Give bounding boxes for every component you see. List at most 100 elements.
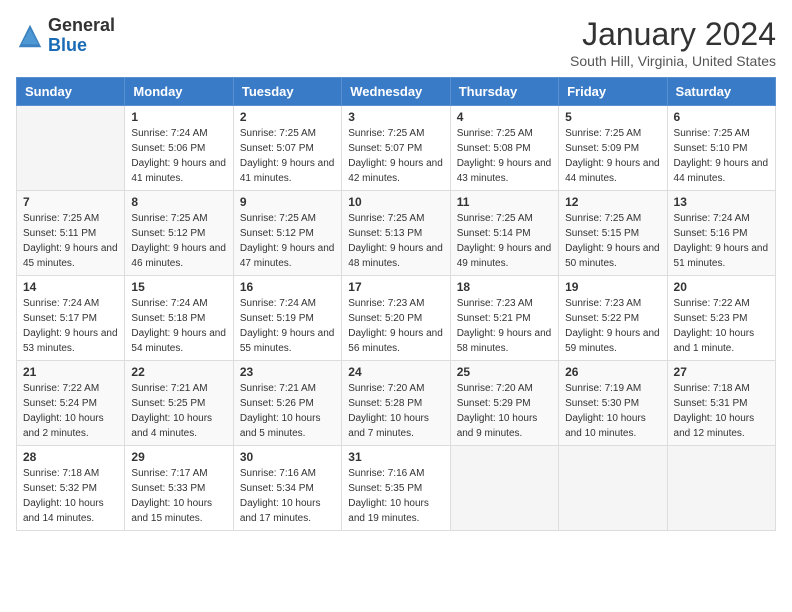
day-number: 12 xyxy=(565,195,660,209)
day-number: 17 xyxy=(348,280,443,294)
day-info: Sunrise: 7:25 AMSunset: 5:09 PMDaylight:… xyxy=(565,126,660,186)
day-info: Sunrise: 7:25 AMSunset: 5:07 PMDaylight:… xyxy=(348,126,443,186)
day-number: 8 xyxy=(131,195,226,209)
week-row-4: 21 Sunrise: 7:22 AMSunset: 5:24 PMDayligh… xyxy=(17,361,776,446)
calendar-cell xyxy=(450,446,558,531)
day-info: Sunrise: 7:24 AMSunset: 5:06 PMDaylight:… xyxy=(131,126,226,186)
day-number: 27 xyxy=(674,365,769,379)
day-number: 15 xyxy=(131,280,226,294)
day-number: 14 xyxy=(23,280,118,294)
day-info: Sunrise: 7:23 AMSunset: 5:20 PMDaylight:… xyxy=(348,296,443,356)
calendar-cell: 19 Sunrise: 7:23 AMSunset: 5:22 PMDayligh… xyxy=(559,276,667,361)
day-info: Sunrise: 7:24 AMSunset: 5:16 PMDaylight:… xyxy=(674,211,769,271)
week-row-5: 28Sunrise: 7:18 AMSunset: 5:32 PMDayligh… xyxy=(17,446,776,531)
calendar-cell: 3 Sunrise: 7:25 AMSunset: 5:07 PMDaylight… xyxy=(342,106,450,191)
logo: General Blue xyxy=(16,16,115,56)
day-info: Sunrise: 7:17 AMSunset: 5:33 PMDaylight:… xyxy=(131,466,226,526)
day-info: Sunrise: 7:22 AMSunset: 5:24 PMDaylight:… xyxy=(23,381,118,441)
calendar-cell: 18Sunrise: 7:23 AMSunset: 5:21 PMDayligh… xyxy=(450,276,558,361)
day-header-tuesday: Tuesday xyxy=(233,78,341,106)
day-info: Sunrise: 7:16 AMSunset: 5:34 PMDaylight:… xyxy=(240,466,335,526)
day-info: Sunrise: 7:25 AMSunset: 5:07 PMDaylight:… xyxy=(240,126,335,186)
day-number: 13 xyxy=(674,195,769,209)
logo-text: General Blue xyxy=(48,16,115,56)
calendar-cell: 14 Sunrise: 7:24 AMSunset: 5:17 PMDayligh… xyxy=(17,276,125,361)
title-area: January 2024 South Hill, Virginia, Unite… xyxy=(570,16,776,69)
calendar-cell: 11 Sunrise: 7:25 AMSunset: 5:14 PMDayligh… xyxy=(450,191,558,276)
calendar-cell: 2 Sunrise: 7:25 AMSunset: 5:07 PMDaylight… xyxy=(233,106,341,191)
calendar-cell: 20 Sunrise: 7:22 AMSunset: 5:23 PMDayligh… xyxy=(667,276,775,361)
calendar-cell: 17 Sunrise: 7:23 AMSunset: 5:20 PMDayligh… xyxy=(342,276,450,361)
day-info: Sunrise: 7:25 AMSunset: 5:13 PMDaylight:… xyxy=(348,211,443,271)
week-row-3: 14 Sunrise: 7:24 AMSunset: 5:17 PMDayligh… xyxy=(17,276,776,361)
calendar-cell: 28Sunrise: 7:18 AMSunset: 5:32 PMDayligh… xyxy=(17,446,125,531)
day-number: 3 xyxy=(348,110,443,124)
day-header-friday: Friday xyxy=(559,78,667,106)
day-number: 19 xyxy=(565,280,660,294)
calendar-cell: 7Sunrise: 7:25 AMSunset: 5:11 PMDaylight… xyxy=(17,191,125,276)
calendar-cell: 21 Sunrise: 7:22 AMSunset: 5:24 PMDayligh… xyxy=(17,361,125,446)
day-header-wednesday: Wednesday xyxy=(342,78,450,106)
day-info: Sunrise: 7:24 AMSunset: 5:18 PMDaylight:… xyxy=(131,296,226,356)
day-info: Sunrise: 7:24 AMSunset: 5:17 PMDaylight:… xyxy=(23,296,118,356)
calendar-cell: 22 Sunrise: 7:21 AMSunset: 5:25 PMDayligh… xyxy=(125,361,233,446)
day-number: 6 xyxy=(674,110,769,124)
day-number: 20 xyxy=(674,280,769,294)
day-info: Sunrise: 7:19 AMSunset: 5:30 PMDaylight:… xyxy=(565,381,660,441)
day-number: 10 xyxy=(348,195,443,209)
calendar-cell: 31 Sunrise: 7:16 AMSunset: 5:35 PMDayligh… xyxy=(342,446,450,531)
day-number: 5 xyxy=(565,110,660,124)
day-info: Sunrise: 7:21 AMSunset: 5:25 PMDaylight:… xyxy=(131,381,226,441)
calendar-cell: 5 Sunrise: 7:25 AMSunset: 5:09 PMDaylight… xyxy=(559,106,667,191)
location: South Hill, Virginia, United States xyxy=(570,53,776,69)
calendar-cell: 12Sunrise: 7:25 AMSunset: 5:15 PMDayligh… xyxy=(559,191,667,276)
day-number: 25 xyxy=(457,365,552,379)
day-info: Sunrise: 7:16 AMSunset: 5:35 PMDaylight:… xyxy=(348,466,443,526)
day-number: 16 xyxy=(240,280,335,294)
day-info: Sunrise: 7:18 AMSunset: 5:31 PMDaylight:… xyxy=(674,381,769,441)
day-number: 2 xyxy=(240,110,335,124)
calendar-cell: 30 Sunrise: 7:16 AMSunset: 5:34 PMDayligh… xyxy=(233,446,341,531)
calendar-cell: 4Sunrise: 7:25 AMSunset: 5:08 PMDaylight… xyxy=(450,106,558,191)
calendar-cell: 15 Sunrise: 7:24 AMSunset: 5:18 PMDayligh… xyxy=(125,276,233,361)
calendar-cell: 8 Sunrise: 7:25 AMSunset: 5:12 PMDaylight… xyxy=(125,191,233,276)
calendar-cell: 24Sunrise: 7:20 AMSunset: 5:28 PMDayligh… xyxy=(342,361,450,446)
calendar-cell: 23Sunrise: 7:21 AMSunset: 5:26 PMDayligh… xyxy=(233,361,341,446)
day-info: Sunrise: 7:23 AMSunset: 5:22 PMDaylight:… xyxy=(565,296,660,356)
day-info: Sunrise: 7:25 AMSunset: 5:08 PMDaylight:… xyxy=(457,126,552,186)
day-number: 26 xyxy=(565,365,660,379)
day-number: 29 xyxy=(131,450,226,464)
logo-general-text: General xyxy=(48,16,115,36)
calendar-cell: 13 Sunrise: 7:24 AMSunset: 5:16 PMDayligh… xyxy=(667,191,775,276)
day-info: Sunrise: 7:21 AMSunset: 5:26 PMDaylight:… xyxy=(240,381,335,441)
day-info: Sunrise: 7:25 AMSunset: 5:10 PMDaylight:… xyxy=(674,126,769,186)
day-number: 9 xyxy=(240,195,335,209)
calendar-cell: 27 Sunrise: 7:18 AMSunset: 5:31 PMDayligh… xyxy=(667,361,775,446)
calendar-cell: 16 Sunrise: 7:24 AMSunset: 5:19 PMDayligh… xyxy=(233,276,341,361)
day-header-thursday: Thursday xyxy=(450,78,558,106)
week-row-2: 7Sunrise: 7:25 AMSunset: 5:11 PMDaylight… xyxy=(17,191,776,276)
calendar-cell: 29 Sunrise: 7:17 AMSunset: 5:33 PMDayligh… xyxy=(125,446,233,531)
day-number: 30 xyxy=(240,450,335,464)
calendar-table: SundayMondayTuesdayWednesdayThursdayFrid… xyxy=(16,77,776,531)
page-header: General Blue January 2024 South Hill, Vi… xyxy=(16,16,776,69)
calendar-cell: 9 Sunrise: 7:25 AMSunset: 5:12 PMDaylight… xyxy=(233,191,341,276)
calendar-cell: 26 Sunrise: 7:19 AMSunset: 5:30 PMDayligh… xyxy=(559,361,667,446)
day-number: 11 xyxy=(457,195,552,209)
day-info: Sunrise: 7:22 AMSunset: 5:23 PMDaylight:… xyxy=(674,296,769,356)
day-info: Sunrise: 7:24 AMSunset: 5:19 PMDaylight:… xyxy=(240,296,335,356)
day-number: 1 xyxy=(131,110,226,124)
day-info: Sunrise: 7:20 AMSunset: 5:29 PMDaylight:… xyxy=(457,381,552,441)
day-info: Sunrise: 7:25 AMSunset: 5:12 PMDaylight:… xyxy=(240,211,335,271)
day-number: 21 xyxy=(23,365,118,379)
day-info: Sunrise: 7:25 AMSunset: 5:11 PMDaylight:… xyxy=(23,211,118,271)
day-number: 22 xyxy=(131,365,226,379)
day-info: Sunrise: 7:20 AMSunset: 5:28 PMDaylight:… xyxy=(348,381,443,441)
day-info: Sunrise: 7:25 AMSunset: 5:12 PMDaylight:… xyxy=(131,211,226,271)
day-info: Sunrise: 7:25 AMSunset: 5:14 PMDaylight:… xyxy=(457,211,552,271)
calendar-body: 1 Sunrise: 7:24 AMSunset: 5:06 PMDaylight… xyxy=(17,106,776,531)
day-header-saturday: Saturday xyxy=(667,78,775,106)
day-number: 28 xyxy=(23,450,118,464)
calendar-cell xyxy=(559,446,667,531)
day-number: 31 xyxy=(348,450,443,464)
